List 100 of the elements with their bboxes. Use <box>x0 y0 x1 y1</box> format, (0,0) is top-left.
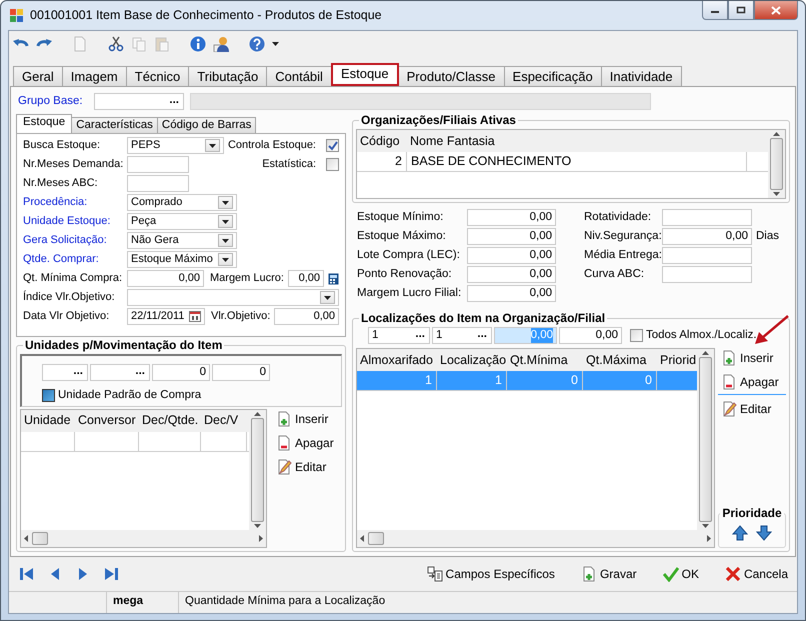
tab[interactable]: Características <box>71 117 158 133</box>
first-record-icon[interactable] <box>19 566 35 582</box>
number-field[interactable]: 0,00 <box>288 270 324 287</box>
tab[interactable]: Geral <box>13 66 63 86</box>
action-button[interactable]: Gravar <box>578 564 640 584</box>
action-button[interactable]: Campos Específicos <box>424 564 558 584</box>
maximize-button[interactable] <box>728 1 754 20</box>
column-header[interactable]: Unidade <box>21 413 75 428</box>
caret-icon[interactable] <box>222 220 229 224</box>
text-field[interactable] <box>662 247 752 264</box>
column-header[interactable]: Dec/Qtde. <box>139 413 201 428</box>
number-field[interactable]: 0,00 <box>467 209 556 226</box>
last-record-icon[interactable] <box>103 566 119 582</box>
tab[interactable]: Produto/Classe <box>398 66 505 86</box>
column-header[interactable]: Localização <box>437 352 507 368</box>
checkbox[interactable] <box>630 328 643 342</box>
table-row[interactable]: 2 BASE DE CONHECIMENTO <box>357 152 768 172</box>
column-header[interactable]: Qt.Mínima <box>507 352 583 368</box>
column-header[interactable]: Priorid <box>657 352 697 368</box>
checkbox[interactable] <box>42 389 55 402</box>
down-arrow-icon[interactable] <box>756 525 772 541</box>
scroll-right-icon[interactable] <box>259 535 263 542</box>
caret-icon[interactable] <box>222 258 229 262</box>
column-header[interactable]: Qt.Máxima <box>583 352 657 368</box>
action-button[interactable]: Editar <box>718 399 786 419</box>
action-button[interactable]: OK <box>660 564 702 584</box>
maximize-icon[interactable] <box>736 6 746 14</box>
help-icon[interactable] <box>249 36 265 52</box>
number-field[interactable]: 0,00 <box>127 270 204 287</box>
text-field[interactable] <box>127 156 189 173</box>
date-field[interactable]: 22/11/2011 <box>127 308 205 325</box>
scroll-down-icon[interactable] <box>254 524 261 528</box>
up-arrow-icon[interactable] <box>732 525 748 541</box>
select-field[interactable]: PEPS <box>127 137 224 154</box>
action-button[interactable]: Cancela <box>722 564 791 584</box>
number-field[interactable]: 0,00 <box>274 308 339 325</box>
number-field[interactable]: 0,00 <box>467 228 556 245</box>
column-header[interactable]: Nome Fantasia <box>407 134 747 148</box>
scroll-thumb[interactable] <box>770 138 783 190</box>
tab[interactable]: Código de Barras <box>156 117 256 133</box>
action-button[interactable]: Inserir <box>273 408 337 429</box>
calendar-icon[interactable] <box>189 311 201 322</box>
scroll-down-icon[interactable] <box>702 524 709 528</box>
action-button[interactable]: Editar <box>273 456 337 477</box>
number-field[interactable]: 0 <box>152 364 210 381</box>
number-field[interactable]: 0,00 <box>559 327 622 344</box>
text-field[interactable] <box>127 175 189 192</box>
action-button[interactable]: Inserir <box>718 348 786 368</box>
text-field[interactable] <box>662 209 752 226</box>
scroll-up-icon[interactable] <box>702 351 709 355</box>
close-icon[interactable] <box>771 6 781 14</box>
scroll-left-icon[interactable] <box>24 535 28 542</box>
calculator-icon[interactable] <box>328 272 339 284</box>
minimize-button[interactable] <box>702 1 728 20</box>
caret-icon[interactable] <box>272 42 279 46</box>
number-field[interactable]: 0 <box>212 364 270 381</box>
select-field[interactable]: Comprado <box>127 194 237 211</box>
caret-icon[interactable] <box>208 144 216 148</box>
select-field[interactable] <box>127 289 339 306</box>
select-field[interactable]: Peça <box>127 213 237 230</box>
tab[interactable]: Imagem <box>62 66 127 86</box>
number-field[interactable]: 0,00 <box>467 266 556 283</box>
select-field[interactable]: Estoque Máximo <box>127 251 237 268</box>
tab[interactable]: Tributação <box>188 66 268 86</box>
number-field[interactable]: 0,00 <box>467 247 556 264</box>
number-field[interactable]: 0,00 <box>662 228 752 245</box>
scroll-thumb[interactable] <box>368 532 384 545</box>
action-button[interactable]: Apagar <box>273 432 337 453</box>
tab[interactable]: Inatividade <box>600 66 682 86</box>
horizontal-scrollbar[interactable] <box>357 530 714 547</box>
scrollbar[interactable] <box>697 349 714 530</box>
close-button[interactable] <box>754 1 798 20</box>
tab[interactable]: Estoque <box>330 63 399 86</box>
action-button[interactable]: Apagar <box>718 372 786 392</box>
column-header[interactable]: Almoxarifado <box>357 352 437 368</box>
scroll-down-icon[interactable] <box>773 192 780 196</box>
tab[interactable]: Estoque <box>16 114 72 133</box>
select-field[interactable]: Não Gera <box>127 232 237 249</box>
scroll-thumb[interactable] <box>251 418 264 522</box>
scroll-right-icon[interactable] <box>707 535 711 542</box>
column-header[interactable]: Conversor <box>75 413 139 428</box>
scrollbar[interactable] <box>768 130 785 198</box>
tab[interactable]: Especificação <box>504 66 602 86</box>
checkbox[interactable] <box>326 158 339 171</box>
column-header[interactable]: Dec/V <box>201 413 247 428</box>
horizontal-scrollbar[interactable] <box>21 530 266 547</box>
scissors-icon[interactable] <box>108 36 124 52</box>
text-field[interactable] <box>662 266 752 283</box>
caret-icon[interactable] <box>222 238 229 242</box>
tab[interactable]: Contábil <box>266 66 332 86</box>
scroll-up-icon[interactable] <box>773 132 780 136</box>
info-icon[interactable] <box>190 36 206 52</box>
caret-icon[interactable] <box>222 200 229 204</box>
column-header[interactable]: Código <box>357 134 407 148</box>
caret-icon[interactable] <box>324 296 331 300</box>
scroll-thumb[interactable] <box>699 357 712 522</box>
checkbox[interactable] <box>326 139 339 152</box>
scroll-left-icon[interactable] <box>360 535 364 542</box>
tab[interactable]: Técnico <box>126 66 190 86</box>
number-field[interactable]: 0,00 <box>467 285 556 302</box>
